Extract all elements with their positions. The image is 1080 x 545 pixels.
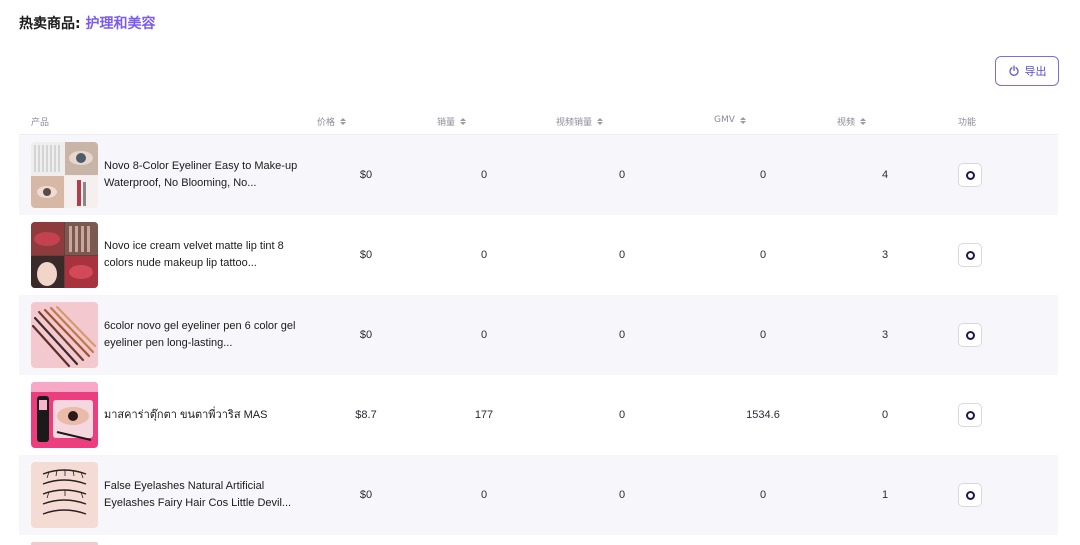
sales-cell: 0 (480, 329, 488, 341)
page-title-prefix: 热卖商品: (19, 16, 81, 32)
video-sales-cell: 0 (618, 409, 626, 421)
function-button[interactable] (958, 483, 982, 507)
price-cell: $8.7 (355, 409, 377, 421)
export-button[interactable]: 导出 (995, 56, 1059, 86)
export-label: 导出 (1024, 65, 1047, 78)
video-count-cell: 0 (881, 409, 889, 421)
column-header-video-sales[interactable]: 视频销量 (556, 115, 604, 128)
sort-icon[interactable] (460, 118, 467, 125)
price-cell: $0 (359, 489, 373, 501)
product-thumbnail[interactable] (31, 222, 98, 288)
column-header-sales[interactable]: 销量 (437, 115, 467, 128)
video-sales-cell: 0 (618, 249, 626, 261)
sort-icon[interactable] (597, 118, 604, 125)
video-sales-cell: 0 (618, 329, 626, 341)
product-name[interactable]: มาสคาร่าตุ๊กตา ขนตาพี่วาริส MAS (104, 375, 309, 455)
gmv-cell: 1534.6 (746, 409, 780, 421)
table-row[interactable]: 6color novo gel eyeliner pen 6 color gel… (19, 295, 1058, 375)
table-row[interactable]: Novo ice cream velvet matte lip tint 8 c… (19, 215, 1058, 295)
function-button[interactable] (958, 163, 982, 187)
gmv-cell: 0 (759, 249, 767, 261)
price-cell: $0 (359, 249, 373, 261)
product-name[interactable]: 6color novo gel eyeliner pen 6 color gel… (104, 295, 309, 375)
column-header-gmv[interactable]: GMV (714, 115, 746, 125)
circle-icon (965, 330, 975, 340)
price-cell: $0 (359, 169, 373, 181)
function-button[interactable] (958, 403, 982, 427)
sales-cell: 0 (480, 169, 488, 181)
function-button[interactable] (958, 323, 982, 347)
table-row[interactable] (19, 535, 1058, 545)
column-header-video[interactable]: 视频 (837, 115, 867, 128)
sales-cell: 177 (474, 409, 494, 421)
power-icon (1008, 65, 1019, 76)
price-cell: $0 (359, 329, 373, 341)
product-thumbnail[interactable] (31, 382, 98, 448)
video-sales-cell: 0 (618, 169, 626, 181)
product-thumbnail[interactable] (31, 142, 98, 208)
sort-icon[interactable] (340, 118, 347, 125)
table-row[interactable]: มาสคาร่าตุ๊กตา ขนตาพี่วาริส MAS $8.7 177… (19, 375, 1058, 455)
circle-icon (965, 170, 975, 180)
video-count-cell: 4 (881, 169, 889, 181)
video-count-cell: 3 (881, 329, 889, 341)
gmv-cell: 0 (759, 489, 767, 501)
function-button[interactable] (958, 243, 982, 267)
circle-icon (965, 410, 975, 420)
product-name[interactable]: Novo 8-Color Eyeliner Easy to Make-up Wa… (104, 135, 309, 215)
product-name[interactable]: Novo ice cream velvet matte lip tint 8 c… (104, 215, 309, 295)
column-header-function: 功能 (958, 118, 977, 128)
category-name[interactable]: 护理和美容 (85, 16, 155, 32)
table-row[interactable]: Novo 8-Color Eyeliner Easy to Make-up Wa… (19, 135, 1058, 215)
product-thumbnail[interactable] (31, 462, 98, 528)
sort-icon[interactable] (739, 116, 746, 124)
products-table: 产品 价格 销量 视频销量 GMV 视频 功能 Novo 8-Color Eye… (19, 106, 1058, 545)
sales-cell: 0 (480, 249, 488, 261)
column-header-price[interactable]: 价格 (317, 115, 347, 128)
product-name[interactable]: False Eyelashes Natural Artificial Eyela… (104, 455, 309, 535)
gmv-cell: 0 (759, 329, 767, 341)
column-header-product: 产品 (31, 118, 50, 128)
product-thumbnail[interactable] (31, 302, 98, 368)
sort-icon[interactable] (860, 118, 867, 125)
sales-cell: 0 (480, 489, 488, 501)
table-row[interactable]: False Eyelashes Natural Artificial Eyela… (19, 455, 1058, 535)
page-title: 热卖商品: 护理和美容 (19, 13, 155, 33)
video-sales-cell: 0 (618, 489, 626, 501)
gmv-cell: 0 (759, 169, 767, 181)
video-count-cell: 1 (881, 489, 889, 501)
video-count-cell: 3 (881, 249, 889, 261)
circle-icon (965, 490, 975, 500)
circle-icon (965, 250, 975, 260)
table-header: 产品 价格 销量 视频销量 GMV 视频 功能 (19, 106, 1058, 135)
